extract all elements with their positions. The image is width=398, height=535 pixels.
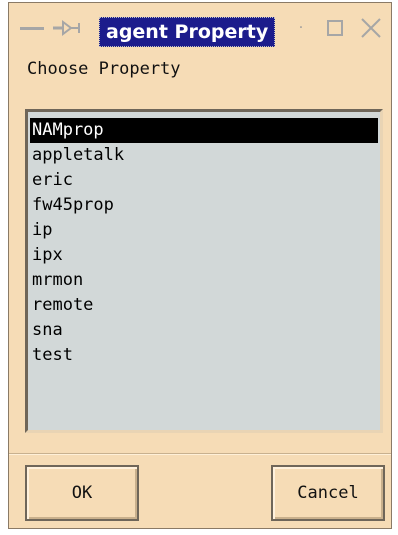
close-icon[interactable] (357, 17, 385, 39)
list-item[interactable]: test (30, 343, 378, 368)
cancel-button[interactable]: Cancel (271, 465, 385, 521)
list-item[interactable]: appletalk (30, 143, 378, 168)
property-list[interactable]: NAMprop appletalk eric fw45prop ip ipx mrmon re… (28, 112, 380, 368)
window-title: agent Property (99, 17, 276, 47)
list-item[interactable]: ipx (30, 243, 378, 268)
pin-icon[interactable] (53, 17, 81, 39)
window-menu-icon[interactable] (19, 17, 45, 39)
prompt-label: Choose Property (27, 59, 181, 79)
dialog-window: agent Property · Choose Property NAMprop… (8, 2, 392, 529)
list-item[interactable]: eric (30, 168, 378, 193)
minimize-icon[interactable]: · (293, 17, 309, 39)
list-item[interactable]: sna (30, 318, 378, 343)
maximize-icon[interactable] (323, 17, 347, 39)
list-item[interactable]: mrmon (30, 268, 378, 293)
list-item[interactable]: ip (30, 218, 378, 243)
title-bar[interactable]: agent Property · (9, 3, 391, 53)
list-item[interactable]: NAMprop (30, 118, 378, 143)
divider (9, 453, 391, 455)
list-item[interactable]: fw45prop (30, 193, 378, 218)
ok-button[interactable]: OK (25, 465, 139, 521)
list-item[interactable]: remote (30, 293, 378, 318)
property-listbox[interactable]: NAMprop appletalk eric fw45prop ip ipx mrmon re… (25, 109, 383, 433)
